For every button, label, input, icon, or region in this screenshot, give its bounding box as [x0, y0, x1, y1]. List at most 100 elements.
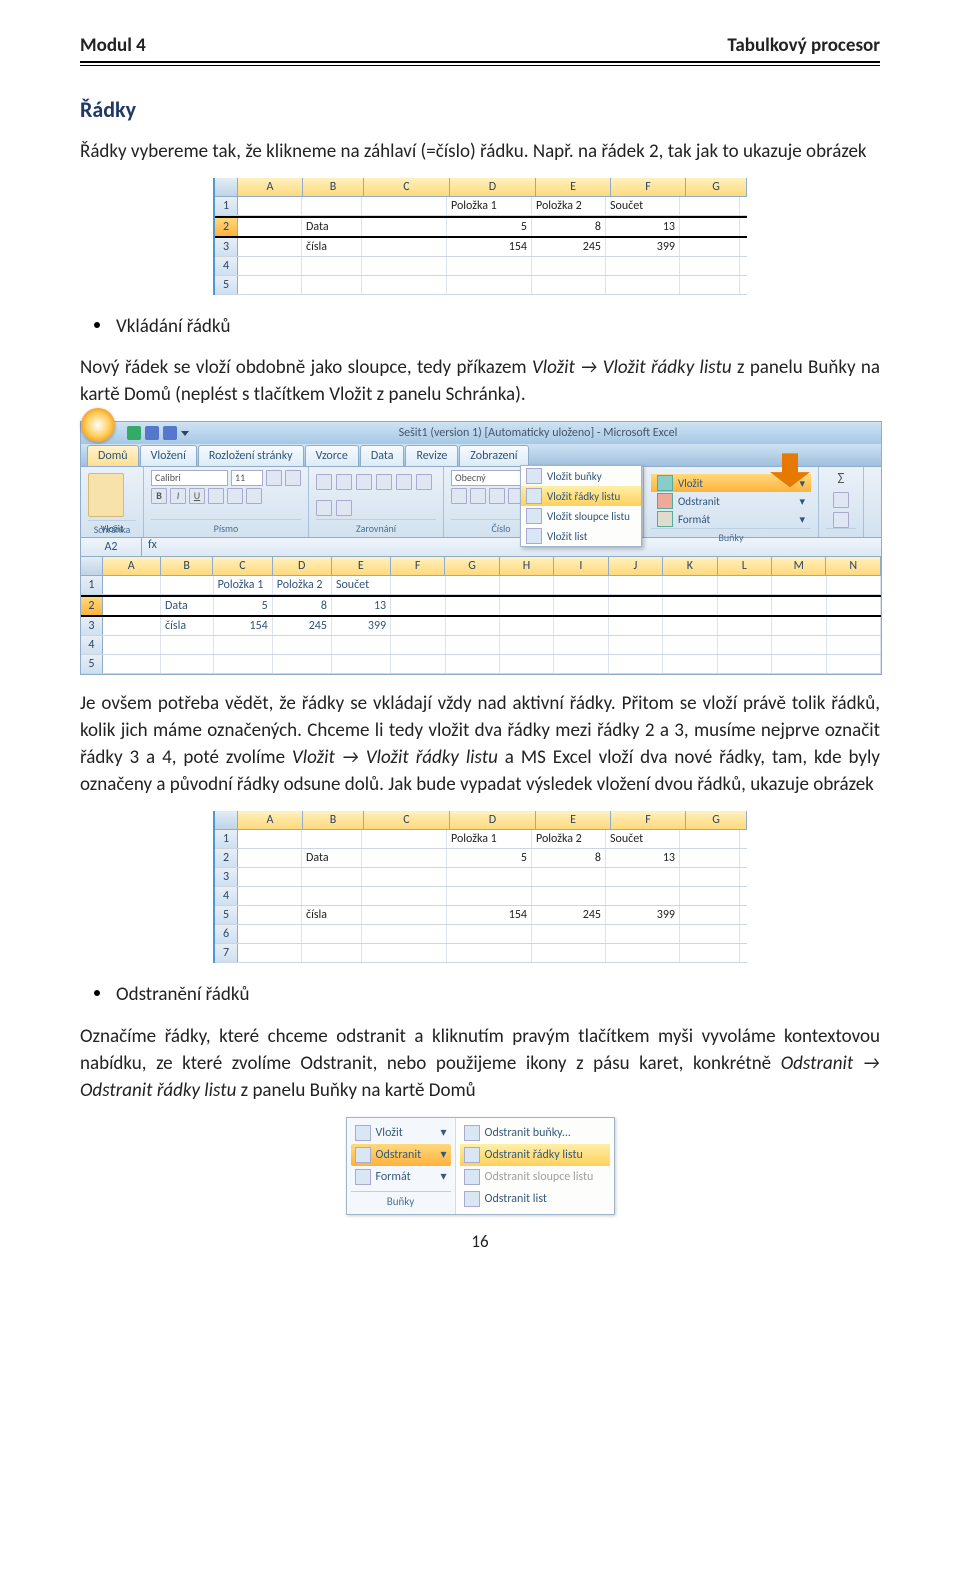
cell[interactable]: 5 — [447, 218, 532, 236]
cell[interactable] — [500, 597, 554, 615]
cell[interactable] — [391, 617, 445, 635]
col-header-E[interactable]: E — [536, 178, 611, 196]
row-header-2[interactable]: 2 — [215, 218, 238, 236]
col-header-B[interactable]: B — [303, 811, 364, 829]
sum-icon[interactable]: Σ — [838, 470, 845, 488]
cell[interactable] — [554, 576, 608, 594]
col-header-M[interactable]: M — [772, 557, 826, 575]
row-header-4[interactable]: 4 — [215, 887, 238, 905]
cell[interactable] — [663, 636, 717, 654]
cell[interactable] — [447, 925, 532, 943]
underline-icon[interactable]: U — [189, 488, 205, 504]
cell[interactable]: 5 — [447, 849, 532, 867]
cell[interactable] — [532, 925, 606, 943]
cell[interactable] — [103, 576, 161, 594]
cell[interactable] — [238, 887, 302, 905]
font-size-combo[interactable]: 11 — [231, 470, 263, 486]
cell[interactable] — [532, 257, 606, 275]
cell[interactable] — [362, 218, 447, 236]
col-header-E[interactable]: E — [332, 557, 391, 575]
name-box[interactable]: A2 — [81, 538, 142, 556]
cell[interactable] — [554, 655, 608, 673]
select-all-corner[interactable] — [215, 811, 238, 829]
cell[interactable]: 245 — [273, 617, 332, 635]
row-header-5[interactable]: 5 — [215, 276, 238, 294]
cell[interactable] — [680, 849, 740, 867]
cell[interactable] — [680, 830, 740, 848]
row-header-7[interactable]: 7 — [215, 944, 238, 962]
ribbon-tab-domů[interactable]: Domů — [87, 445, 139, 466]
cell[interactable] — [362, 276, 447, 294]
col-header-B[interactable]: B — [161, 557, 214, 575]
menu-item[interactable]: Vložit list — [521, 526, 641, 546]
cell[interactable]: Položka 2 — [273, 576, 332, 594]
cell[interactable] — [532, 887, 606, 905]
cell[interactable] — [772, 636, 826, 654]
row-header-2[interactable]: 2 — [81, 597, 103, 615]
cell[interactable] — [238, 276, 302, 294]
cell[interactable] — [238, 868, 302, 886]
cell[interactable] — [362, 197, 447, 215]
bold-icon[interactable]: B — [151, 488, 167, 504]
col-header-D[interactable]: D — [450, 811, 536, 829]
row-header-3[interactable]: 3 — [81, 617, 103, 635]
cell[interactable]: 399 — [606, 906, 680, 924]
cell[interactable] — [447, 944, 532, 962]
cell[interactable] — [362, 257, 447, 275]
cell[interactable] — [447, 276, 532, 294]
align-c-icon[interactable] — [416, 474, 432, 490]
cell[interactable] — [103, 617, 161, 635]
cell[interactable]: Položka 1 — [447, 830, 532, 848]
qat-dropdown-icon[interactable] — [181, 431, 189, 436]
cell[interactable] — [609, 576, 663, 594]
cell[interactable] — [161, 576, 214, 594]
cell[interactable] — [609, 617, 663, 635]
cell[interactable] — [302, 868, 362, 886]
menu-item[interactable]: Vložit řádky listu — [521, 486, 641, 506]
undo-icon[interactable] — [145, 426, 159, 440]
row-header-5[interactable]: 5 — [81, 655, 103, 673]
fx-icon[interactable]: fx — [142, 538, 163, 556]
ribbon-tab-vzorce[interactable]: Vzorce — [305, 445, 359, 466]
col-header-L[interactable]: L — [718, 557, 772, 575]
cell[interactable] — [680, 238, 740, 256]
col-header-G[interactable]: G — [445, 557, 499, 575]
cell[interactable] — [680, 906, 740, 924]
cell[interactable] — [827, 576, 881, 594]
ribbon-tab-vložení[interactable]: Vložení — [140, 445, 197, 466]
cell[interactable] — [606, 944, 680, 962]
col-header-J[interactable]: J — [609, 557, 663, 575]
cell[interactable]: 8 — [273, 597, 332, 615]
cell[interactable] — [663, 617, 717, 635]
cell[interactable] — [103, 597, 161, 615]
cell[interactable] — [161, 655, 214, 673]
cell[interactable] — [680, 944, 740, 962]
cell[interactable]: Položka 1 — [447, 197, 532, 215]
ribbon-tab-revize[interactable]: Revize — [405, 445, 458, 466]
cell[interactable] — [362, 238, 447, 256]
cell[interactable] — [391, 597, 445, 615]
cell[interactable] — [302, 944, 362, 962]
cell[interactable] — [718, 655, 772, 673]
cell[interactable]: Položka 2 — [532, 830, 606, 848]
cell[interactable] — [302, 276, 362, 294]
submenu-item[interactable]: Odstranit buňky... — [460, 1122, 610, 1144]
cell[interactable] — [827, 617, 881, 635]
cell[interactable]: 154 — [447, 906, 532, 924]
cell[interactable] — [500, 576, 554, 594]
col-header-G[interactable]: G — [686, 178, 747, 196]
cell[interactable] — [238, 218, 302, 236]
cell[interactable]: Součet — [606, 830, 680, 848]
col-header-A[interactable]: A — [238, 811, 303, 829]
cell[interactable] — [680, 276, 740, 294]
cell[interactable]: 8 — [532, 218, 606, 236]
cell[interactable] — [447, 257, 532, 275]
cell[interactable] — [302, 830, 362, 848]
cell[interactable] — [238, 906, 302, 924]
cell[interactable] — [500, 636, 554, 654]
cell[interactable] — [827, 597, 881, 615]
col-header-D[interactable]: D — [273, 557, 332, 575]
cell[interactable]: 245 — [532, 238, 606, 256]
cell[interactable] — [391, 576, 445, 594]
cell[interactable] — [362, 906, 447, 924]
